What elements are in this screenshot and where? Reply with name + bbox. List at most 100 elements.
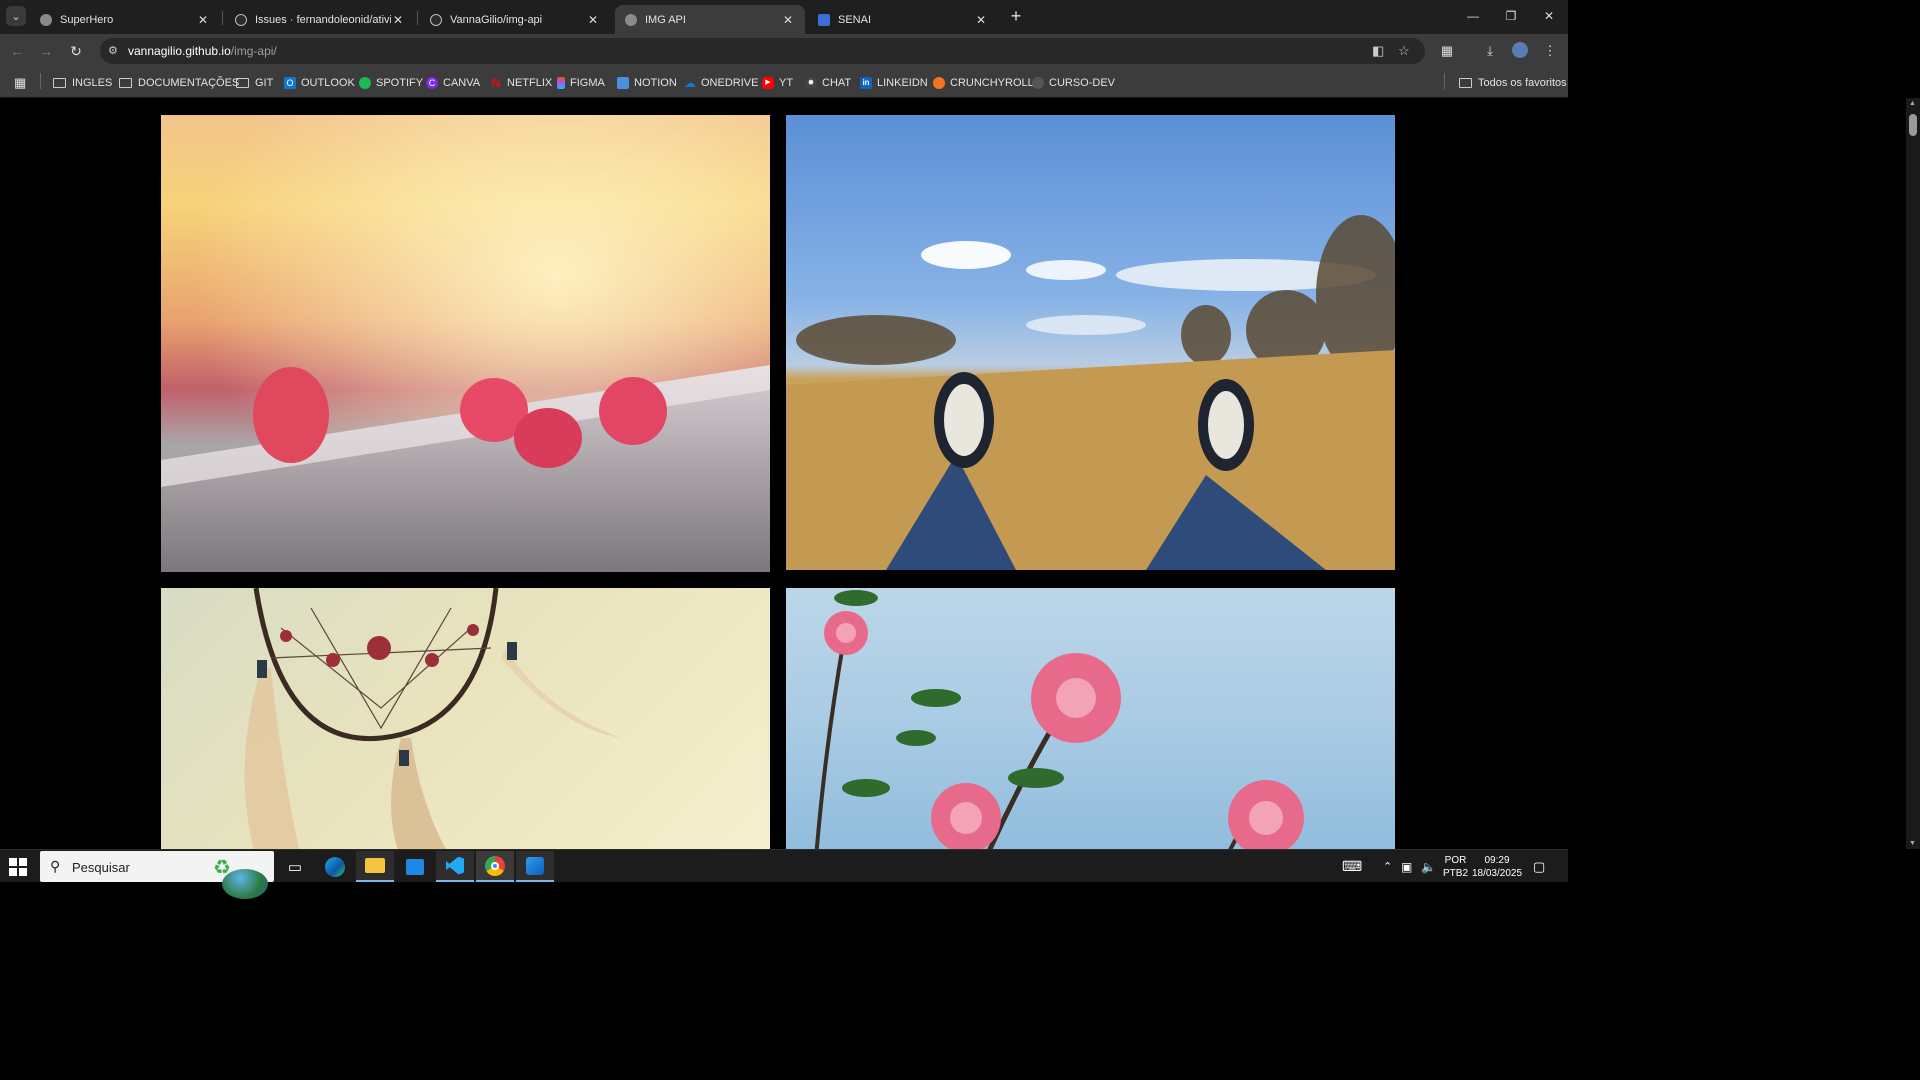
url-text[interactable]: vannagilio.github.io/img-api/ bbox=[128, 44, 277, 58]
tab-superhero[interactable]: SuperHero ✕ bbox=[30, 5, 220, 34]
photos-icon[interactable] bbox=[516, 851, 554, 882]
bookmark-divider bbox=[40, 73, 41, 89]
close-icon[interactable]: ✕ bbox=[974, 13, 988, 27]
forward-button[interactable]: → bbox=[37, 42, 55, 60]
close-icon[interactable]: ✕ bbox=[196, 13, 210, 27]
tab-img-api[interactable]: IMG API ✕ bbox=[615, 5, 805, 34]
clock[interactable]: 09:29 18/03/2025 bbox=[1472, 850, 1522, 883]
taskbar-search[interactable]: ⚲ Pesquisar ♻ bbox=[40, 851, 274, 899]
netflix-icon: N bbox=[491, 76, 501, 90]
bookmark-linkedin[interactable]: in LINKEIDN bbox=[860, 74, 928, 92]
search-icon: ⚲ bbox=[50, 858, 61, 874]
scrollbar-thumb[interactable] bbox=[1909, 114, 1917, 136]
bookmark-ingles[interactable]: INGLES bbox=[53, 74, 112, 92]
bookmark-figma[interactable]: FIGMA bbox=[557, 74, 605, 92]
bookmark-label: CURSO-DEV bbox=[1049, 77, 1116, 89]
folder-icon bbox=[119, 78, 132, 88]
keyboard-icon[interactable]: ⌨ bbox=[1342, 850, 1362, 883]
folder-icon bbox=[236, 78, 249, 88]
outlook-icon: O bbox=[284, 77, 296, 89]
close-icon[interactable]: ✕ bbox=[391, 13, 405, 27]
tab-issues[interactable]: Issues · fernandoleonid/atividade ✕ bbox=[225, 5, 415, 34]
chrome-icon[interactable] bbox=[476, 851, 514, 882]
github-icon bbox=[235, 13, 247, 26]
page-viewport bbox=[0, 98, 1568, 849]
tab-divider bbox=[222, 11, 223, 25]
all-bookmarks-label: Todos os favoritos bbox=[1478, 77, 1567, 89]
folder-icon bbox=[1459, 78, 1472, 88]
bookmark-documentacoes[interactable]: DOCUMENTAÇÕES bbox=[119, 74, 239, 92]
new-tab-button[interactable]: + bbox=[1007, 6, 1025, 26]
url-host: vannagilio.github.io bbox=[128, 44, 231, 58]
notion-icon bbox=[617, 77, 629, 89]
close-icon[interactable]: ✕ bbox=[781, 13, 795, 27]
photo-raspberries[interactable] bbox=[161, 115, 770, 572]
language-indicator[interactable]: POR PTB2 bbox=[1443, 850, 1468, 883]
bookmark-label: INGLES bbox=[72, 77, 113, 89]
bookmark-yt[interactable]: ▶ YT bbox=[762, 74, 793, 92]
photo-field-feet[interactable] bbox=[786, 115, 1395, 570]
task-view-button[interactable]: ▭ bbox=[276, 851, 314, 882]
menu-icon[interactable]: ⋮ bbox=[1541, 42, 1559, 60]
github-icon bbox=[430, 13, 442, 26]
bookmark-chat[interactable]: ✸ CHAT bbox=[805, 74, 851, 92]
address-bar[interactable]: ⚙ vannagilio.github.io/img-api/ ◧ ☆ bbox=[100, 38, 1425, 64]
file-explorer-icon[interactable] bbox=[356, 851, 394, 882]
bookmark-netflix[interactable]: N NETFLIX bbox=[490, 74, 553, 92]
all-bookmarks-button[interactable]: Todos os favoritos bbox=[1459, 74, 1567, 92]
url-path: /img-api/ bbox=[230, 44, 277, 58]
network-icon[interactable]: ▣ bbox=[1401, 850, 1412, 883]
restore-button[interactable]: ❐ bbox=[1496, 6, 1526, 26]
extensions-icon[interactable]: ▦ bbox=[1438, 42, 1456, 60]
apps-grid-icon[interactable]: ▦ bbox=[14, 74, 26, 92]
close-icon[interactable]: ✕ bbox=[586, 13, 600, 27]
notifications-icon[interactable]: ▢ bbox=[1533, 850, 1545, 883]
bookmark-crunchyroll[interactable]: CRUNCHYROLL bbox=[933, 74, 1034, 92]
clock-time: 09:29 bbox=[1484, 854, 1510, 866]
bookmark-star-icon[interactable]: ☆ bbox=[1398, 43, 1410, 59]
senai-icon bbox=[818, 13, 830, 26]
tab-search-button[interactable]: ⌄ bbox=[6, 6, 26, 26]
bookmark-label: ONEDRIVE bbox=[701, 77, 759, 89]
profile-avatar[interactable] bbox=[1511, 42, 1529, 60]
language-code: POR bbox=[1444, 854, 1467, 866]
tab-senai[interactable]: SENAI ✕ bbox=[808, 5, 998, 34]
edge-icon[interactable] bbox=[316, 851, 354, 882]
flowers-illustration bbox=[814, 590, 1304, 849]
bookmark-canva[interactable]: C CANVA bbox=[426, 74, 480, 92]
globe-icon bbox=[625, 13, 637, 26]
volume-muted-icon[interactable]: 🔈 bbox=[1421, 850, 1436, 883]
scroll-up-icon[interactable]: ▲ bbox=[1909, 100, 1916, 107]
site-info-icon[interactable]: ⚙ bbox=[108, 44, 118, 57]
photo-flowers[interactable] bbox=[786, 588, 1395, 849]
chevron-down-icon: ⌄ bbox=[11, 10, 21, 23]
youtube-icon: ▶ bbox=[762, 77, 774, 89]
bookmark-outlook[interactable]: O OUTLOOK bbox=[284, 74, 355, 92]
clock-date: 18/03/2025 bbox=[1471, 867, 1523, 879]
photo-dreamcatcher[interactable] bbox=[161, 588, 770, 849]
bookmark-label: GIT bbox=[255, 77, 274, 89]
bookmark-label: CHAT bbox=[822, 77, 852, 89]
reload-button[interactable]: ↻ bbox=[67, 42, 85, 60]
tab-title: IMG API bbox=[645, 13, 686, 26]
page-scrollbar[interactable]: ▲ ▼ bbox=[1906, 98, 1920, 849]
tab-img-api-repo[interactable]: VannaGilio/img-api ✕ bbox=[420, 5, 610, 34]
close-window-button[interactable]: ✕ bbox=[1534, 6, 1564, 26]
start-button[interactable] bbox=[9, 858, 27, 876]
vscode-icon[interactable] bbox=[436, 851, 474, 882]
back-button[interactable]: ← bbox=[8, 42, 26, 60]
scroll-down-icon[interactable]: ▼ bbox=[1909, 840, 1916, 847]
store-icon[interactable] bbox=[396, 851, 434, 882]
show-hidden-icons[interactable]: ⌃ bbox=[1383, 850, 1392, 883]
bookmark-git[interactable]: GIT bbox=[236, 74, 273, 92]
translate-icon[interactable]: ◧ bbox=[1372, 43, 1384, 59]
bookmark-notion[interactable]: NOTION bbox=[617, 74, 677, 92]
globe-icon bbox=[1032, 77, 1044, 89]
bookmark-onedrive[interactable]: ☁ ONEDRIVE bbox=[684, 74, 758, 92]
bookmark-curso-dev[interactable]: CURSO-DEV bbox=[1032, 74, 1115, 92]
bookmark-label: NOTION bbox=[634, 77, 677, 89]
folder-icon bbox=[53, 78, 66, 88]
minimize-button[interactable]: — bbox=[1458, 6, 1488, 26]
bookmark-spotify[interactable]: SPOTIFY bbox=[359, 74, 423, 92]
download-icon[interactable]: ⤓ bbox=[1481, 42, 1499, 60]
